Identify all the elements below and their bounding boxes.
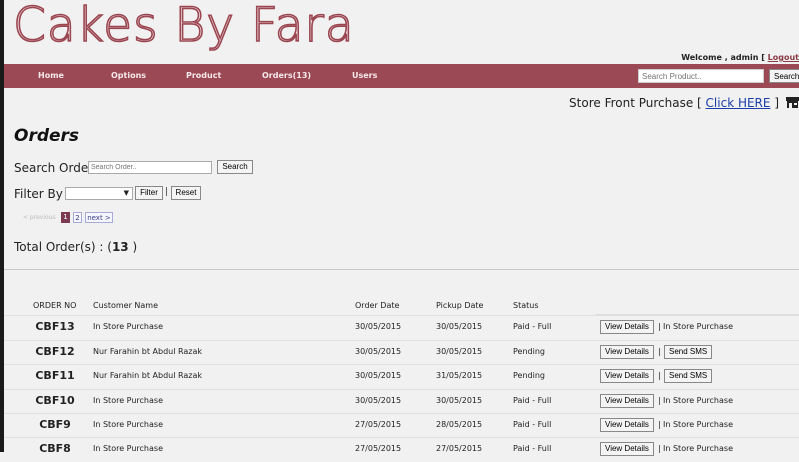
view-details-button[interactable]: View Details xyxy=(600,418,654,432)
total-count: 13 xyxy=(111,240,129,254)
total-orders: Total Order(s) : (13 ) xyxy=(14,240,137,254)
order-date: 30/05/2015 xyxy=(355,322,402,331)
col-status: Status xyxy=(513,301,539,310)
purchase-type-label: In Store Purchase xyxy=(663,396,733,405)
welcome-label: Welcome , admin [ xyxy=(681,53,765,62)
col-order-date: Order Date xyxy=(355,301,400,310)
order-id: CBF12 xyxy=(35,345,75,358)
customer-name: In Store Purchase xyxy=(93,396,163,405)
filter-button[interactable]: Filter xyxy=(135,186,163,200)
table-row: CBF9 In Store Purchase 27/05/2015 28/05/201… xyxy=(4,413,799,438)
table-row: CBF13 In Store Purchase 30/05/2015 30/05/20… xyxy=(4,315,799,340)
pickup-date: 30/05/2015 xyxy=(436,347,483,356)
nav-home[interactable]: Home xyxy=(38,71,64,80)
welcome-text: Welcome , admin [ Logout xyxy=(681,53,799,62)
order-date: 30/05/2015 xyxy=(355,347,402,356)
col-pickup-date: Pickup Date xyxy=(436,301,484,310)
send-sms-button[interactable]: Send SMS xyxy=(664,369,713,383)
order-id: CBF10 xyxy=(35,394,75,407)
search-order-button[interactable]: Search xyxy=(217,160,253,174)
order-date: 27/05/2015 xyxy=(355,420,402,429)
pagination-page-1[interactable]: 1 xyxy=(61,212,70,223)
view-details-button[interactable]: View Details xyxy=(600,442,654,456)
storefront-prefix: Store Front Purchase [ xyxy=(569,96,702,110)
page-title: Orders xyxy=(14,126,80,146)
purchase-type-label: In Store Purchase xyxy=(663,322,733,331)
view-details-button[interactable]: View Details xyxy=(600,369,654,383)
logo[interactable]: Cakes By Fara xyxy=(12,0,355,54)
order-date: 30/05/2015 xyxy=(355,396,402,405)
action-separator: | xyxy=(658,347,661,356)
chevron-down-icon: ▼ xyxy=(123,189,129,197)
view-details-button[interactable]: View Details xyxy=(600,345,654,359)
order-id: CBF11 xyxy=(35,369,75,382)
col-order-no: ORDER NO xyxy=(33,301,77,310)
order-status: Paid - Full xyxy=(513,420,552,429)
order-id: CBF9 xyxy=(39,418,71,431)
action-separator: | xyxy=(658,396,661,405)
purchase-type-label: In Store Purchase xyxy=(663,420,733,429)
storefront-link[interactable]: Click HERE xyxy=(706,96,771,110)
table-row: CBF12 Nur Farahin bt Abdul Razak 30/05/201… xyxy=(4,340,799,365)
header: Cakes By Fara Welcome , admin [ Logout xyxy=(4,0,799,64)
action-separator: | xyxy=(658,322,661,331)
search-order-input[interactable] xyxy=(88,161,212,174)
table-row: CBF11 Nur Farahin bt Abdul Razak 30/05/201… xyxy=(4,364,799,389)
customer-name: Nur Farahin bt Abdul Razak xyxy=(93,347,202,356)
nav-orders[interactable]: Orders(13) xyxy=(262,71,311,80)
pickup-date: 30/05/2015 xyxy=(436,396,483,405)
nav-product[interactable]: Product xyxy=(186,71,221,80)
action-separator: | xyxy=(658,420,661,429)
customer-name: Nur Farahin bt Abdul Razak xyxy=(93,371,202,380)
total-label: Total Order(s) : xyxy=(14,240,104,254)
nav-options[interactable]: Options xyxy=(111,71,146,80)
pagination-previous: < previous xyxy=(23,214,56,221)
filter-label: Filter By : xyxy=(14,187,71,201)
order-status: Pending xyxy=(513,347,545,356)
store-icon[interactable] xyxy=(786,96,799,109)
product-search-button[interactable]: Search xyxy=(769,69,799,83)
logout-link[interactable]: Logout xyxy=(768,53,799,62)
action-separator: | xyxy=(658,371,661,380)
nav-users[interactable]: Users xyxy=(352,71,377,80)
table-row: CBF10 In Store Purchase 30/05/2015 30/05/20… xyxy=(4,389,799,414)
view-details-button[interactable]: View Details xyxy=(600,394,654,408)
pagination-next[interactable]: next > xyxy=(85,212,113,223)
order-status: Paid - Full xyxy=(513,396,552,405)
col-customer: Customer Name xyxy=(93,301,159,310)
customer-name: In Store Purchase xyxy=(93,322,163,331)
divider xyxy=(4,269,799,270)
order-status: Paid - Full xyxy=(513,322,552,331)
table-row: CBF8 In Store Purchase 27/05/2015 27/05/201… xyxy=(4,437,799,462)
order-status: Pending xyxy=(513,371,545,380)
pickup-date: 30/05/2015 xyxy=(436,322,483,331)
send-sms-button[interactable]: Send SMS xyxy=(664,345,713,359)
pagination-page-2[interactable]: 2 xyxy=(73,212,82,223)
customer-name: In Store Purchase xyxy=(93,420,163,429)
storefront-purchase: Store Front Purchase [ Click HERE ] xyxy=(569,96,779,110)
order-date: 30/05/2015 xyxy=(355,371,402,380)
filter-separator: | xyxy=(165,187,169,197)
pickup-date: 31/05/2015 xyxy=(436,371,483,380)
reset-button[interactable]: Reset xyxy=(171,186,201,200)
view-details-button[interactable]: View Details xyxy=(600,320,654,334)
storefront-suffix: ] xyxy=(774,96,779,110)
order-id: CBF8 xyxy=(39,442,71,455)
total-close: ) xyxy=(132,240,138,254)
product-search-input[interactable] xyxy=(638,69,764,83)
navbar: Home Options Product Orders(13) Users Se… xyxy=(4,64,799,88)
filter-select[interactable]: ▼ xyxy=(65,187,133,200)
order-id: CBF13 xyxy=(35,320,75,333)
pickup-date: 28/05/2015 xyxy=(436,420,483,429)
